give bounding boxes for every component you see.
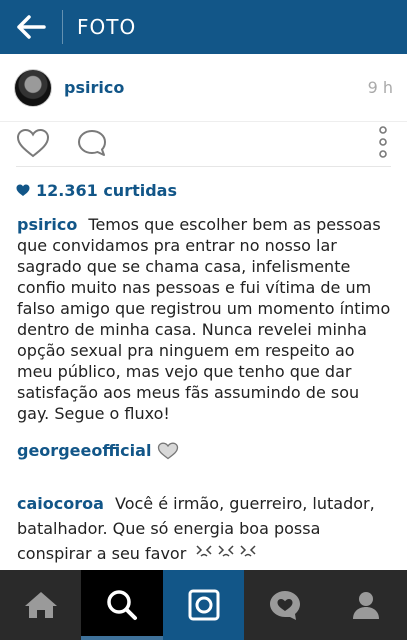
search-icon xyxy=(107,590,138,620)
home-icon xyxy=(24,592,57,618)
likes-label: 12.361 curtidas xyxy=(36,181,177,200)
activity-heart-icon xyxy=(269,591,300,620)
top-bar: FOTO xyxy=(0,0,407,54)
caption-username[interactable]: psirico xyxy=(17,215,77,234)
arrow-left-icon xyxy=(17,15,46,39)
likes-count[interactable]: 12.361 curtidas xyxy=(16,181,177,200)
tab-search[interactable] xyxy=(81,570,164,640)
post-username[interactable]: psirico xyxy=(64,78,124,97)
title-divider xyxy=(62,10,63,44)
camera-icon xyxy=(188,589,220,621)
divider xyxy=(16,166,391,167)
post-header: psirico 9 h xyxy=(0,54,407,122)
avatar[interactable] xyxy=(14,68,52,107)
more-vertical-icon[interactable] xyxy=(372,124,394,160)
comment-item: georgeeofficial xyxy=(17,440,179,461)
post-actions xyxy=(0,122,407,164)
comment-username[interactable]: caiocoroa xyxy=(17,494,104,513)
bottom-tab-bar xyxy=(0,570,407,640)
post-timestamp: 9 h xyxy=(367,78,393,97)
tab-home[interactable] xyxy=(0,570,81,640)
back-button[interactable] xyxy=(0,0,62,54)
tab-camera[interactable] xyxy=(162,570,245,640)
tab-activity[interactable] xyxy=(244,570,325,640)
post-caption: psirico Temos que escolher bem as pessoa… xyxy=(17,214,393,424)
heart-outline-icon[interactable] xyxy=(16,128,50,158)
page-title: FOTO xyxy=(77,15,137,39)
caption-text: Temos que escolher bem as pessoas que co… xyxy=(17,215,391,423)
comment-username[interactable]: georgeeofficial xyxy=(17,440,151,461)
heart-filled-icon xyxy=(16,184,30,196)
kissing-face-emoji-icon xyxy=(195,542,261,567)
tab-profile[interactable] xyxy=(326,570,407,640)
profile-icon xyxy=(353,592,380,619)
comment-item: caiocoroa Você é irmão, guerreiro, lutad… xyxy=(17,491,393,567)
comment-bubble-icon[interactable] xyxy=(76,128,108,158)
heart-emoji-icon xyxy=(158,442,179,459)
